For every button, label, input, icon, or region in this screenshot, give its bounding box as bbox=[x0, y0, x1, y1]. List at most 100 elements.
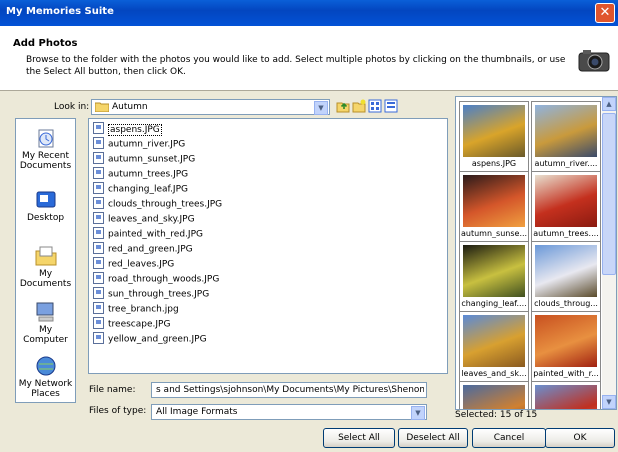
image-file-icon bbox=[93, 242, 104, 254]
image-file-icon bbox=[93, 182, 104, 194]
image-file-icon bbox=[93, 122, 104, 134]
recent-documents-icon bbox=[38, 129, 53, 148]
place-network-places[interactable]: My Network Places bbox=[16, 355, 75, 399]
look-in-dropdown[interactable]: Autumn ▼ bbox=[91, 99, 330, 115]
places-bar: My Recent Documents Desktop My Documents… bbox=[15, 118, 76, 403]
thumbnail-image bbox=[463, 175, 525, 227]
title-bar: My Memories Suite ✕ bbox=[0, 0, 618, 26]
thumbnail[interactable]: autumn_trees.... bbox=[531, 171, 601, 245]
file-type-dropdown[interactable]: All Image Formats ▼ bbox=[151, 404, 427, 420]
new-folder-icon[interactable] bbox=[352, 99, 366, 113]
thumbnail-image bbox=[463, 385, 525, 409]
thumbnail-caption: aspens.JPG bbox=[471, 159, 517, 168]
vertical-scrollbar[interactable]: ▲ ▼ bbox=[602, 97, 616, 409]
thumbnail-caption: changing_leaf.... bbox=[461, 299, 527, 308]
thumbnail[interactable] bbox=[531, 381, 601, 409]
image-file-icon bbox=[93, 257, 104, 269]
thumbnail-caption: autumn_trees.... bbox=[533, 229, 599, 238]
look-in-label: Look in: bbox=[54, 102, 90, 112]
ok-button[interactable]: OK bbox=[545, 428, 615, 448]
place-label: My Computer bbox=[23, 325, 68, 345]
thumbnail[interactable]: clouds_throug... bbox=[531, 241, 601, 315]
list-item[interactable]: tree_branch.jpg bbox=[93, 302, 179, 316]
thumbnail-image bbox=[535, 245, 597, 297]
image-file-icon bbox=[93, 227, 104, 239]
thumbnail-caption: painted_with_r... bbox=[533, 369, 599, 378]
thumbnail-image bbox=[463, 315, 525, 367]
image-file-icon bbox=[93, 302, 104, 314]
thumbnail-image bbox=[535, 105, 597, 157]
list-item[interactable]: painted_with_red.JPG bbox=[93, 227, 203, 241]
thumbnail-image bbox=[463, 105, 525, 157]
list-item[interactable]: autumn_river.JPG bbox=[93, 137, 185, 151]
thumbnail-caption: clouds_throug... bbox=[534, 299, 598, 308]
list-item[interactable]: changing_leaf.JPG bbox=[93, 182, 188, 196]
thumbnail[interactable]: changing_leaf.... bbox=[459, 241, 529, 315]
select-all-button[interactable]: Select All bbox=[323, 428, 395, 448]
thumbnail-image bbox=[535, 175, 597, 227]
thumbnail-image bbox=[535, 385, 597, 409]
list-item[interactable]: clouds_through_trees.JPG bbox=[93, 197, 222, 211]
network-places-icon bbox=[36, 356, 55, 376]
list-item[interactable]: aspens.JPG bbox=[93, 122, 162, 136]
file-list[interactable]: aspens.JPG autumn_river.JPG autumn_sunse… bbox=[88, 118, 448, 374]
list-item[interactable]: red_and_green.JPG bbox=[93, 242, 193, 256]
list-item[interactable]: road_through_woods.JPG bbox=[93, 272, 219, 286]
cancel-button[interactable]: Cancel bbox=[472, 428, 546, 448]
place-label: My Documents bbox=[19, 269, 72, 289]
image-file-icon bbox=[93, 317, 104, 329]
thumbnail-caption: autumn_river.... bbox=[534, 159, 598, 168]
list-item[interactable]: yellow_and_green.JPG bbox=[93, 332, 207, 346]
image-file-icon bbox=[93, 332, 104, 344]
place-my-computer[interactable]: My Computer bbox=[16, 301, 75, 345]
thumbnail[interactable]: autumn_river.... bbox=[531, 101, 601, 175]
image-file-icon bbox=[93, 137, 104, 149]
thumbnail[interactable]: painted_with_r... bbox=[531, 311, 601, 385]
header-title: Add Photos bbox=[13, 38, 78, 49]
image-file-icon bbox=[93, 197, 104, 209]
thumbnail[interactable]: autumn_sunse... bbox=[459, 171, 529, 245]
thumbnail[interactable]: leaves_and_sk... bbox=[459, 311, 529, 385]
place-recent-documents[interactable]: My Recent Documents bbox=[16, 127, 75, 171]
deselect-all-button[interactable]: Deselect All bbox=[398, 428, 468, 448]
file-name-label: File name: bbox=[89, 385, 136, 395]
up-folder-icon[interactable] bbox=[336, 99, 350, 113]
image-file-icon bbox=[93, 287, 104, 299]
window-title: My Memories Suite bbox=[6, 6, 114, 17]
view-menu-icon[interactable] bbox=[368, 99, 382, 113]
scroll-up-icon[interactable]: ▲ bbox=[602, 97, 616, 111]
scrollbar-thumb[interactable] bbox=[602, 113, 616, 275]
close-button[interactable]: ✕ bbox=[595, 3, 615, 23]
list-item[interactable]: red_leaves.JPG bbox=[93, 257, 174, 271]
thumbnail-pane[interactable]: aspens.JPG autumn_river.... autumn_sunse..… bbox=[455, 96, 617, 410]
thumbnail-caption: autumn_sunse... bbox=[461, 229, 527, 238]
place-label: My Recent Documents bbox=[19, 151, 72, 171]
camera-icon bbox=[578, 50, 610, 72]
thumbnail-caption: leaves_and_sk... bbox=[461, 369, 527, 378]
image-file-icon bbox=[93, 167, 104, 179]
place-my-documents[interactable]: My Documents bbox=[16, 245, 75, 289]
list-item[interactable]: leaves_and_sky.JPG bbox=[93, 212, 195, 226]
image-file-icon bbox=[93, 272, 104, 284]
thumbnail[interactable]: aspens.JPG bbox=[459, 101, 529, 175]
scroll-down-icon[interactable]: ▼ bbox=[602, 395, 616, 409]
thumbnail[interactable] bbox=[459, 381, 529, 409]
list-item[interactable]: treescape.JPG bbox=[93, 317, 170, 331]
image-file-icon bbox=[93, 152, 104, 164]
chevron-down-icon[interactable]: ▼ bbox=[314, 101, 328, 115]
place-desktop[interactable]: Desktop bbox=[16, 189, 75, 223]
file-name-field[interactable]: s and Settings\sjohnson\My Documents\My … bbox=[151, 382, 427, 398]
place-label: My Network Places bbox=[18, 379, 73, 399]
details-view-icon[interactable] bbox=[384, 99, 398, 113]
my-computer-icon bbox=[36, 302, 53, 322]
file-name-value: s and Settings\sjohnson\My Documents\My … bbox=[156, 385, 424, 395]
desktop-icon bbox=[36, 191, 55, 208]
thumbnail-image bbox=[463, 245, 525, 297]
folder-icon bbox=[95, 102, 109, 112]
list-item[interactable]: sun_through_trees.JPG bbox=[93, 287, 209, 301]
file-type-label: Files of type: bbox=[89, 406, 147, 416]
list-item[interactable]: autumn_sunset.JPG bbox=[93, 152, 195, 166]
file-type-value: All Image Formats bbox=[156, 407, 238, 417]
chevron-down-icon[interactable]: ▼ bbox=[411, 406, 425, 420]
list-item[interactable]: autumn_trees.JPG bbox=[93, 167, 188, 181]
